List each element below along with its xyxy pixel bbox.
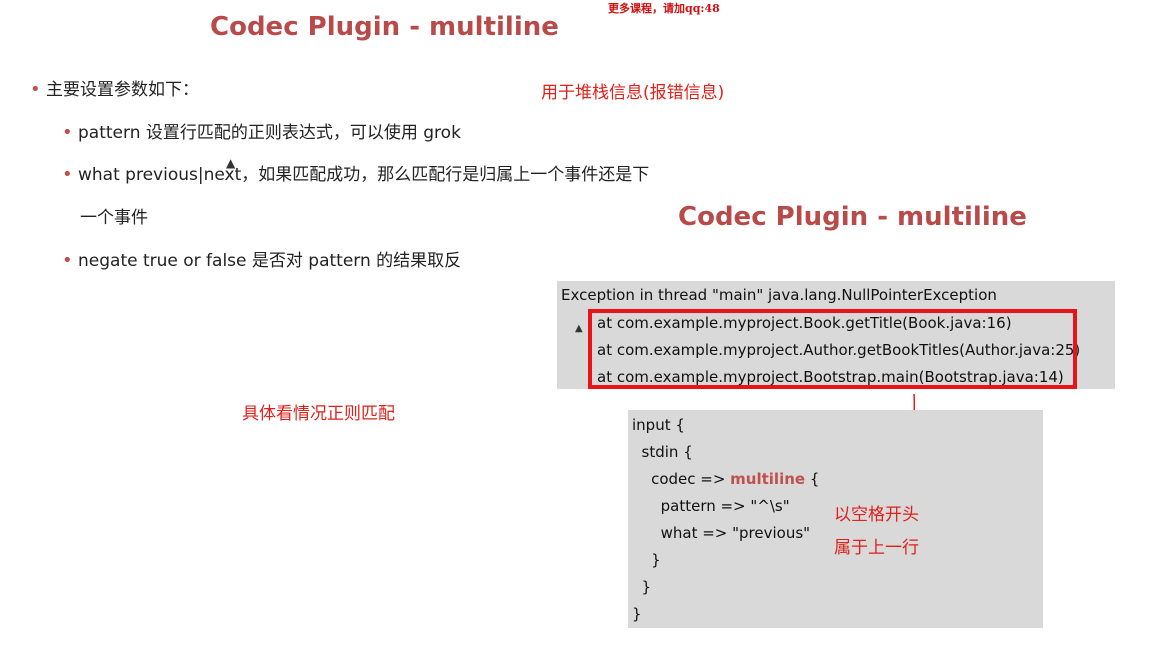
bullet-heading-text: 主要设置参数如下： (46, 80, 199, 100)
code-line: } (632, 578, 652, 596)
bullet-heading: • 主要设置参数如下： (30, 75, 199, 100)
mouse-cursor-icon: ▲ (226, 156, 236, 170)
code-line: input { (632, 416, 685, 434)
belongs-prev-note: 属于上一行 (834, 538, 919, 558)
bullet-dot-icon: • (62, 164, 73, 185)
code-line: } (632, 605, 642, 623)
code-line: } (632, 551, 661, 569)
highlight-rectangle (588, 309, 1077, 389)
bullet-negate-text: negate true or false 是否对 pattern 的结果取反 (78, 251, 462, 271)
stack-info-note: 用于堆栈信息(报错信息) (541, 83, 725, 103)
code-line: what => "previous" (632, 524, 811, 542)
secondary-title: Codec Plugin - multiline (678, 202, 1027, 232)
bullet-dot-icon: • (62, 122, 73, 143)
regex-note: 具体看情况正则匹配 (242, 404, 395, 424)
code-line-codec: codec => multiline { (632, 470, 819, 488)
bullet-negate: • negate true or false 是否对 pattern 的结果取反 (62, 246, 461, 271)
exception-header: Exception in thread "main" java.lang.Nul… (561, 286, 997, 304)
bullet-pattern-text: pattern 设置行匹配的正则表达式，可以使用 grok (78, 123, 461, 143)
bullet-what-text: what previous|next，如果匹配成功，那么匹配行是归属上一个事件还… (78, 165, 650, 185)
code-line: stdin { (632, 443, 693, 461)
space-start-note: 以空格开头 (834, 505, 919, 525)
bullet-pattern: • pattern 设置行匹配的正则表达式，可以使用 grok (62, 118, 461, 143)
watermark-text: 更多课程，请加qq:48 (608, 2, 720, 15)
code-text: { (805, 470, 820, 488)
bullet-dot-icon: • (62, 250, 73, 271)
bullet-dot-icon: • (30, 79, 41, 100)
slide-title: Codec Plugin - multiline (210, 12, 559, 42)
code-line: pattern => "^\s" (632, 497, 790, 515)
code-keyword: multiline (730, 470, 806, 488)
pointer-cursor-icon: ▲ (575, 323, 583, 334)
code-text: codec => (632, 470, 731, 488)
bullet-what: • what previous|next，如果匹配成功，那么匹配行是归属上一个事件… (62, 160, 649, 185)
bullet-what-continued: 一个事件 (80, 208, 148, 228)
